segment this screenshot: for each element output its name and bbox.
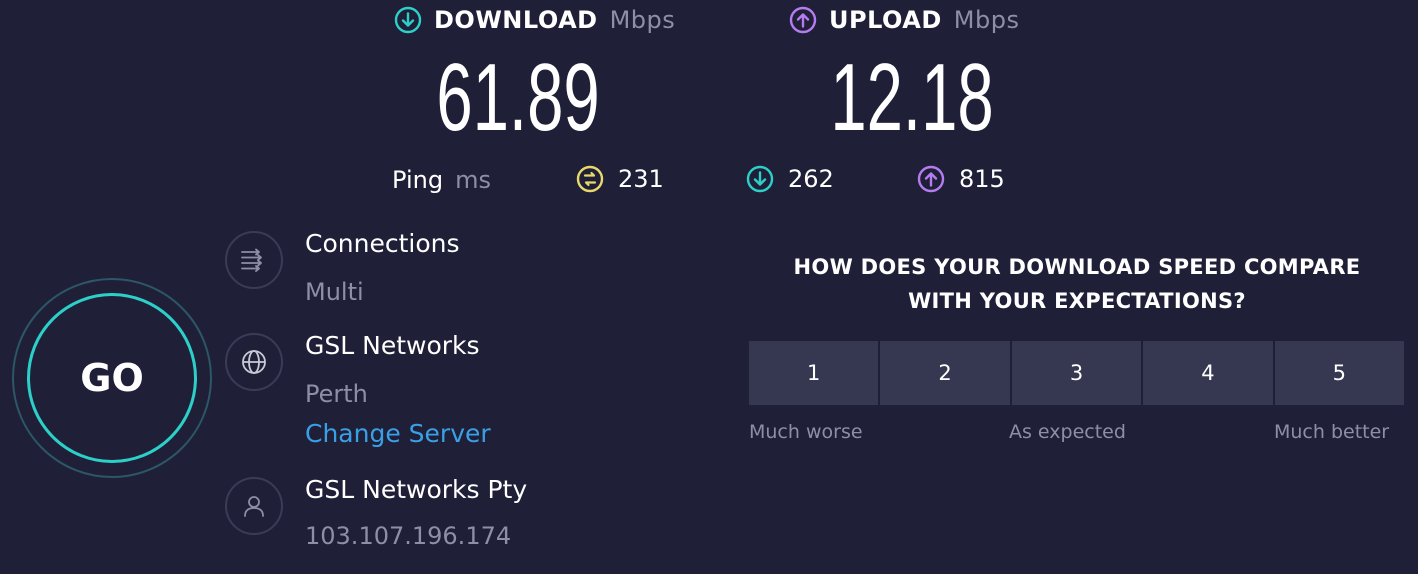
server-location: Perth xyxy=(305,380,368,408)
arrow-down-circle-icon xyxy=(746,165,774,193)
ping-upload: 815 xyxy=(917,165,1005,193)
rating-button-3[interactable]: 3 xyxy=(1011,341,1142,405)
globe-icon xyxy=(242,350,266,374)
provider-ip: 103.107.196.174 xyxy=(305,522,512,550)
download-value: 61.89 xyxy=(436,44,600,151)
scale-label-low: Much worse xyxy=(749,421,863,443)
connections-value[interactable]: Multi xyxy=(305,278,364,306)
server-title: GSL Networks xyxy=(305,331,480,360)
ping-idle: 231 xyxy=(576,165,664,193)
upload-value: 12.18 xyxy=(830,44,994,151)
ping-idle-icon xyxy=(576,165,604,193)
upload-header: UPLOAD Mbps xyxy=(789,6,1019,34)
server-icon-badge xyxy=(225,333,283,391)
go-button[interactable]: GO xyxy=(27,293,197,463)
ping-upload-value: 815 xyxy=(959,165,1005,193)
arrow-up-circle-icon xyxy=(789,6,817,34)
survey-question-line2: WITH YOUR EXPECTATIONS? xyxy=(908,289,1246,313)
scale-label-high: Much better xyxy=(1274,421,1390,443)
change-server-link[interactable]: Change Server xyxy=(305,419,491,448)
arrow-down-circle-icon xyxy=(394,6,422,34)
rating-bar: 1 2 3 4 5 xyxy=(749,341,1405,405)
upload-unit: Mbps xyxy=(953,6,1020,34)
ping-label-group: Ping ms xyxy=(392,166,491,194)
download-label: DOWNLOAD xyxy=(434,6,598,34)
rating-button-4[interactable]: 4 xyxy=(1143,341,1273,405)
provider-icon-badge xyxy=(225,477,283,535)
download-header: DOWNLOAD Mbps xyxy=(394,6,675,34)
survey-question: HOW DOES YOUR DOWNLOAD SPEED COMPARE WIT… xyxy=(760,250,1394,318)
rating-button-2[interactable]: 2 xyxy=(880,341,1010,405)
rating-button-5[interactable]: 5 xyxy=(1274,341,1405,405)
connections-icon-badge xyxy=(225,231,283,289)
ping-download: 262 xyxy=(746,165,834,193)
ping-label: Ping xyxy=(392,166,444,194)
download-unit: Mbps xyxy=(609,6,676,34)
arrow-up-circle-icon xyxy=(917,165,945,193)
user-icon xyxy=(244,496,264,517)
ping-idle-value: 231 xyxy=(618,165,664,193)
scale-label-mid: As expected xyxy=(1009,421,1126,443)
provider-title: GSL Networks Pty xyxy=(305,475,528,504)
ping-unit: ms xyxy=(455,166,491,194)
upload-label: UPLOAD xyxy=(829,6,942,34)
connections-icon xyxy=(241,248,262,272)
ping-download-value: 262 xyxy=(788,165,834,193)
connections-title: Connections xyxy=(305,229,460,258)
survey-question-line1: HOW DOES YOUR DOWNLOAD SPEED COMPARE xyxy=(793,255,1361,279)
rating-button-1[interactable]: 1 xyxy=(749,341,879,405)
